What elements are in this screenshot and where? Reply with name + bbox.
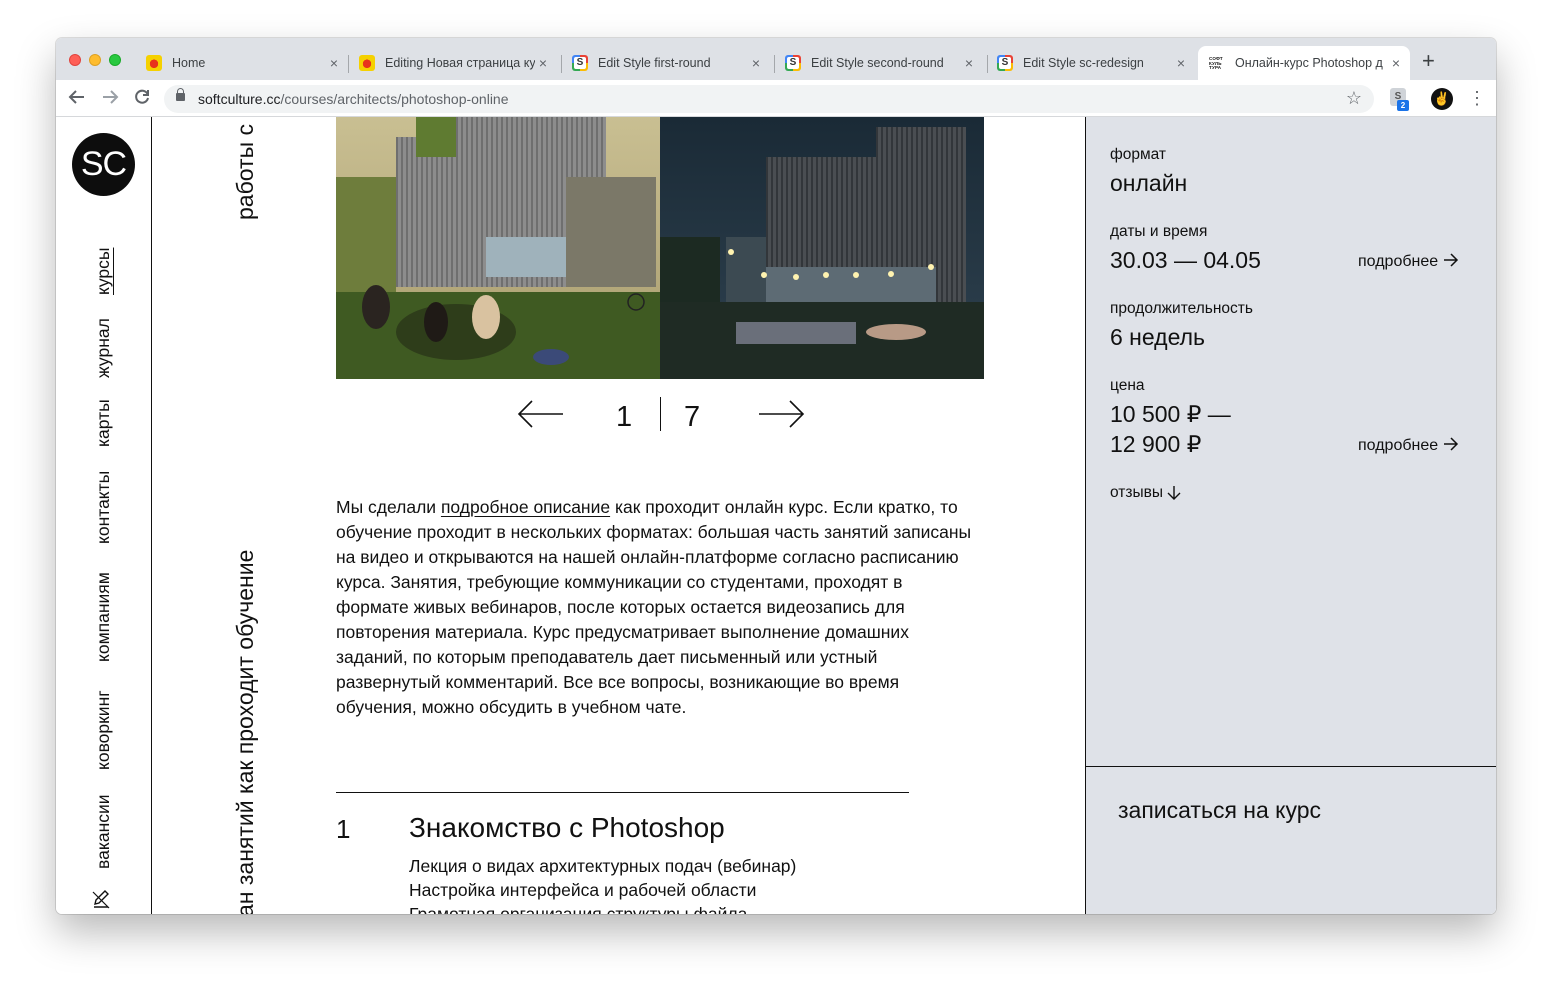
duration-label: продолжительность: [1110, 300, 1253, 317]
profile-avatar-icon[interactable]: ✌: [1431, 88, 1453, 110]
dates-more-link[interactable]: подробнее: [1358, 253, 1459, 271]
site-left-nav: SC курсы журнал карты контакты компаниям…: [56, 117, 152, 914]
lesson-item: Грамотная организация структуры файла: [409, 904, 748, 914]
style-s-icon: [572, 55, 588, 71]
window-minimize-button[interactable]: [89, 54, 101, 66]
softculture-icon: СОФТ КУЛЬ ТУРА: [1209, 56, 1223, 70]
lesson-items: Лекция о видах архитектурных подач (веби…: [409, 854, 796, 914]
gallery-pager: 1 7: [516, 393, 806, 437]
lock-icon: [176, 88, 185, 101]
nav-item-companies[interactable]: компаниям: [93, 572, 114, 662]
bookmark-star-icon[interactable]: ☆: [1346, 88, 1362, 109]
next-arrow-icon[interactable]: [758, 399, 806, 429]
yandex-eats-icon: [146, 55, 162, 71]
gallery-current: 1: [616, 401, 633, 433]
gallery-total: 7: [684, 401, 701, 433]
site-logo[interactable]: SC: [72, 133, 135, 196]
reload-button[interactable]: [133, 88, 151, 111]
tab-edit-style-second[interactable]: Edit Style second-round ×: [785, 46, 977, 80]
browser-window: Home × Editing Новая страница ку × Edit …: [56, 38, 1496, 914]
price-value-to: 12 900 ₽: [1110, 431, 1202, 457]
nav-item-coworking[interactable]: коворкинг: [93, 690, 114, 770]
reload-icon: [135, 89, 149, 104]
duration-value: 6 недель: [1110, 324, 1206, 350]
menu-kebab-icon[interactable]: ⋮: [1468, 87, 1486, 109]
tab-editing[interactable]: Editing Новая страница ку ×: [359, 46, 551, 80]
arrow-right-icon: [103, 90, 119, 104]
style-s-icon: [785, 55, 801, 71]
price-label: цена: [1110, 377, 1145, 394]
arrow-right-icon: [1443, 437, 1458, 451]
tab-softculture-active[interactable]: СОФТ КУЛЬ ТУРА Онлайн-курс Photoshop д ×: [1198, 46, 1410, 80]
price-more-link[interactable]: подробнее: [1358, 437, 1459, 455]
browser-toolbar: softculture.cc/courses/architects/photos…: [56, 80, 1496, 117]
format-label: формат: [1110, 146, 1167, 163]
enroll-button[interactable]: записаться на курс: [1118, 797, 1321, 824]
tab-close-icon[interactable]: ×: [1173, 55, 1189, 71]
lesson-number: 1: [336, 814, 351, 844]
section-divider: [336, 792, 909, 793]
nav-item-contacts[interactable]: контакты: [93, 471, 114, 544]
format-value: онлайн: [1110, 170, 1188, 196]
nav-item-courses[interactable]: курсы: [93, 248, 114, 295]
nav-item-maps[interactable]: карты: [93, 399, 114, 447]
lesson-item: Настройка интерфейса и рабочей области: [409, 880, 757, 900]
tab-strip: Home × Editing Новая страница ку × Edit …: [56, 38, 1496, 80]
course-description: Мы сделали подробное описание как проход…: [336, 497, 972, 717]
style-s-icon: [997, 55, 1013, 71]
section-label-plan-how: ан занятий как проходит обучение: [232, 549, 258, 914]
arrow-down-icon: [1167, 486, 1181, 500]
tab-close-icon[interactable]: ×: [535, 55, 551, 71]
detailed-description-link[interactable]: подробное описание: [441, 497, 610, 517]
yandex-eats-icon: [359, 55, 375, 71]
arrow-left-icon: [68, 90, 84, 104]
url-path: /courses/architects/photoshop-online: [280, 91, 509, 107]
price-value-from: 10 500 ₽ —: [1110, 401, 1231, 427]
lesson-item: Лекция о видах архитектурных подач (веби…: [409, 856, 797, 876]
new-tab-button[interactable]: +: [1422, 50, 1435, 72]
nav-item-journal[interactable]: журнал: [93, 318, 114, 378]
edit-pencil-icon[interactable]: [92, 889, 110, 909]
prev-arrow-icon[interactable]: [516, 399, 564, 429]
pager-divider: [660, 397, 661, 431]
tab-home[interactable]: Home ×: [146, 46, 342, 80]
lesson-title: Знакомство с Photoshop: [409, 812, 725, 843]
arrow-right-icon: [1443, 253, 1458, 267]
tab-edit-style-first[interactable]: Edit Style first-round ×: [572, 46, 764, 80]
reviews-link[interactable]: отзывы: [1110, 484, 1181, 502]
forward-button[interactable]: [101, 88, 119, 111]
page-content: SC курсы журнал карты контакты компаниям…: [56, 117, 1496, 914]
tab-close-icon[interactable]: ×: [748, 55, 764, 71]
back-button[interactable]: [68, 88, 86, 111]
tab-edit-style-redesign[interactable]: Edit Style sc-redesign ×: [997, 46, 1189, 80]
tab-close-icon[interactable]: ×: [961, 55, 977, 71]
nav-item-vacancies[interactable]: вакансии: [93, 794, 114, 869]
address-bar[interactable]: softculture.cc/courses/architects/photos…: [164, 85, 1374, 113]
extension-badge: 2: [1397, 100, 1409, 111]
sidebar-divider: [1086, 766, 1496, 767]
url-host: softculture.cc: [198, 91, 281, 107]
dates-label: даты и время: [1110, 223, 1208, 240]
window-close-button[interactable]: [69, 54, 81, 66]
tab-close-icon[interactable]: ×: [1388, 55, 1404, 71]
window-zoom-button[interactable]: [109, 54, 121, 66]
dates-value: 30.03 — 04.05: [1110, 247, 1261, 273]
course-info-sidebar: формат онлайн даты и время 30.03 — 04.05…: [1085, 117, 1496, 914]
gallery-image[interactable]: [336, 117, 984, 379]
section-label-works: работы с: [232, 124, 258, 220]
tab-close-icon[interactable]: ×: [326, 55, 342, 71]
